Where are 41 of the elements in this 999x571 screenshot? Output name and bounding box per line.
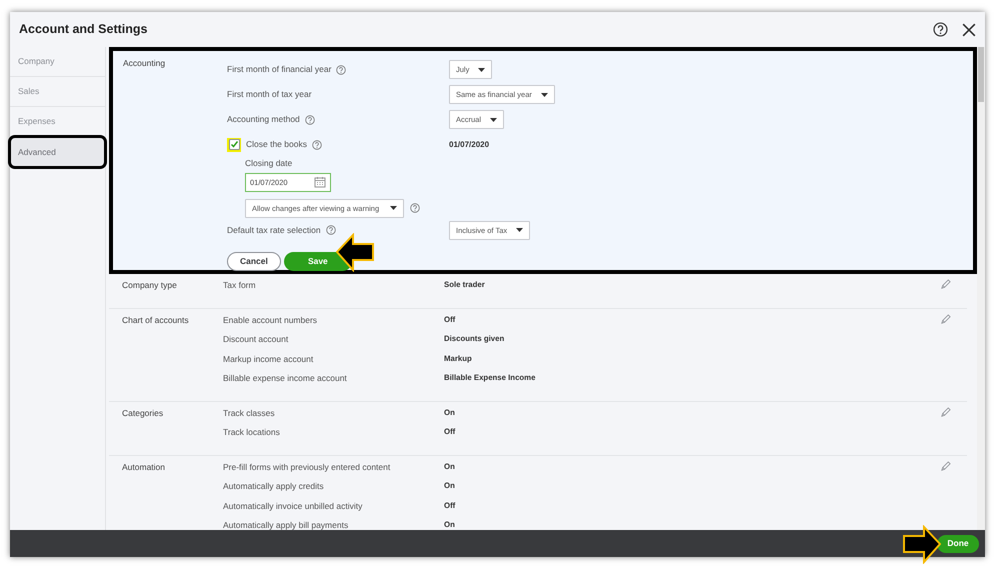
field-value: 01/07/2020 xyxy=(449,138,490,150)
caret-icon xyxy=(490,118,498,122)
caret-icon xyxy=(390,206,397,210)
edit-icon[interactable] xyxy=(940,279,951,290)
setting-label: Tax form xyxy=(223,279,257,292)
field-label: Close the books xyxy=(246,138,307,151)
cancel-button[interactable]: Cancel xyxy=(227,252,281,271)
section-label: Categories xyxy=(122,408,164,418)
sidebar-item[interactable]: Advanced xyxy=(10,137,105,167)
section-label: Automation xyxy=(122,462,165,472)
scrollbar[interactable] xyxy=(977,47,985,530)
checkbox[interactable] xyxy=(227,138,241,152)
setting-label: Markup income account xyxy=(223,352,314,366)
setting-label: Enable account numbers xyxy=(223,314,318,326)
help-icon[interactable] xyxy=(933,22,948,37)
window-title: Account and Settings xyxy=(19,21,148,38)
field-label: Default tax rate selection xyxy=(227,224,321,237)
field-label: First month of financial year xyxy=(227,63,332,76)
field-label: First month of tax year xyxy=(227,88,312,101)
edit-icon[interactable] xyxy=(940,460,951,472)
section-label: Accounting xyxy=(123,58,166,68)
field-label: Closing date xyxy=(245,157,294,170)
setting-label: Automatically invoice unbilled activity xyxy=(223,500,364,512)
edit-icon[interactable] xyxy=(940,406,951,418)
edit-icon[interactable] xyxy=(940,314,951,324)
setting-label: Pre-fill forms with previously entered content xyxy=(223,460,392,474)
setting-label: Track locations xyxy=(223,426,281,439)
setting-label: Discount account xyxy=(223,333,290,346)
caret-icon xyxy=(540,92,548,96)
setting-label: Automatically apply credits xyxy=(223,480,325,493)
calendar-icon[interactable] xyxy=(314,176,326,188)
setting-label: Track classes xyxy=(223,406,276,420)
section-label: Company type xyxy=(122,280,177,290)
caret-icon xyxy=(478,68,486,72)
setting-label: Automatically apply bill payments xyxy=(223,519,350,530)
caret-icon xyxy=(516,228,524,232)
annotation-arrow xyxy=(903,525,941,564)
close-icon[interactable] xyxy=(962,22,976,36)
setting-label: Billable expense income account xyxy=(223,372,348,385)
section-label: Chart of accounts xyxy=(122,314,189,324)
field-label: Accounting method xyxy=(227,113,300,126)
